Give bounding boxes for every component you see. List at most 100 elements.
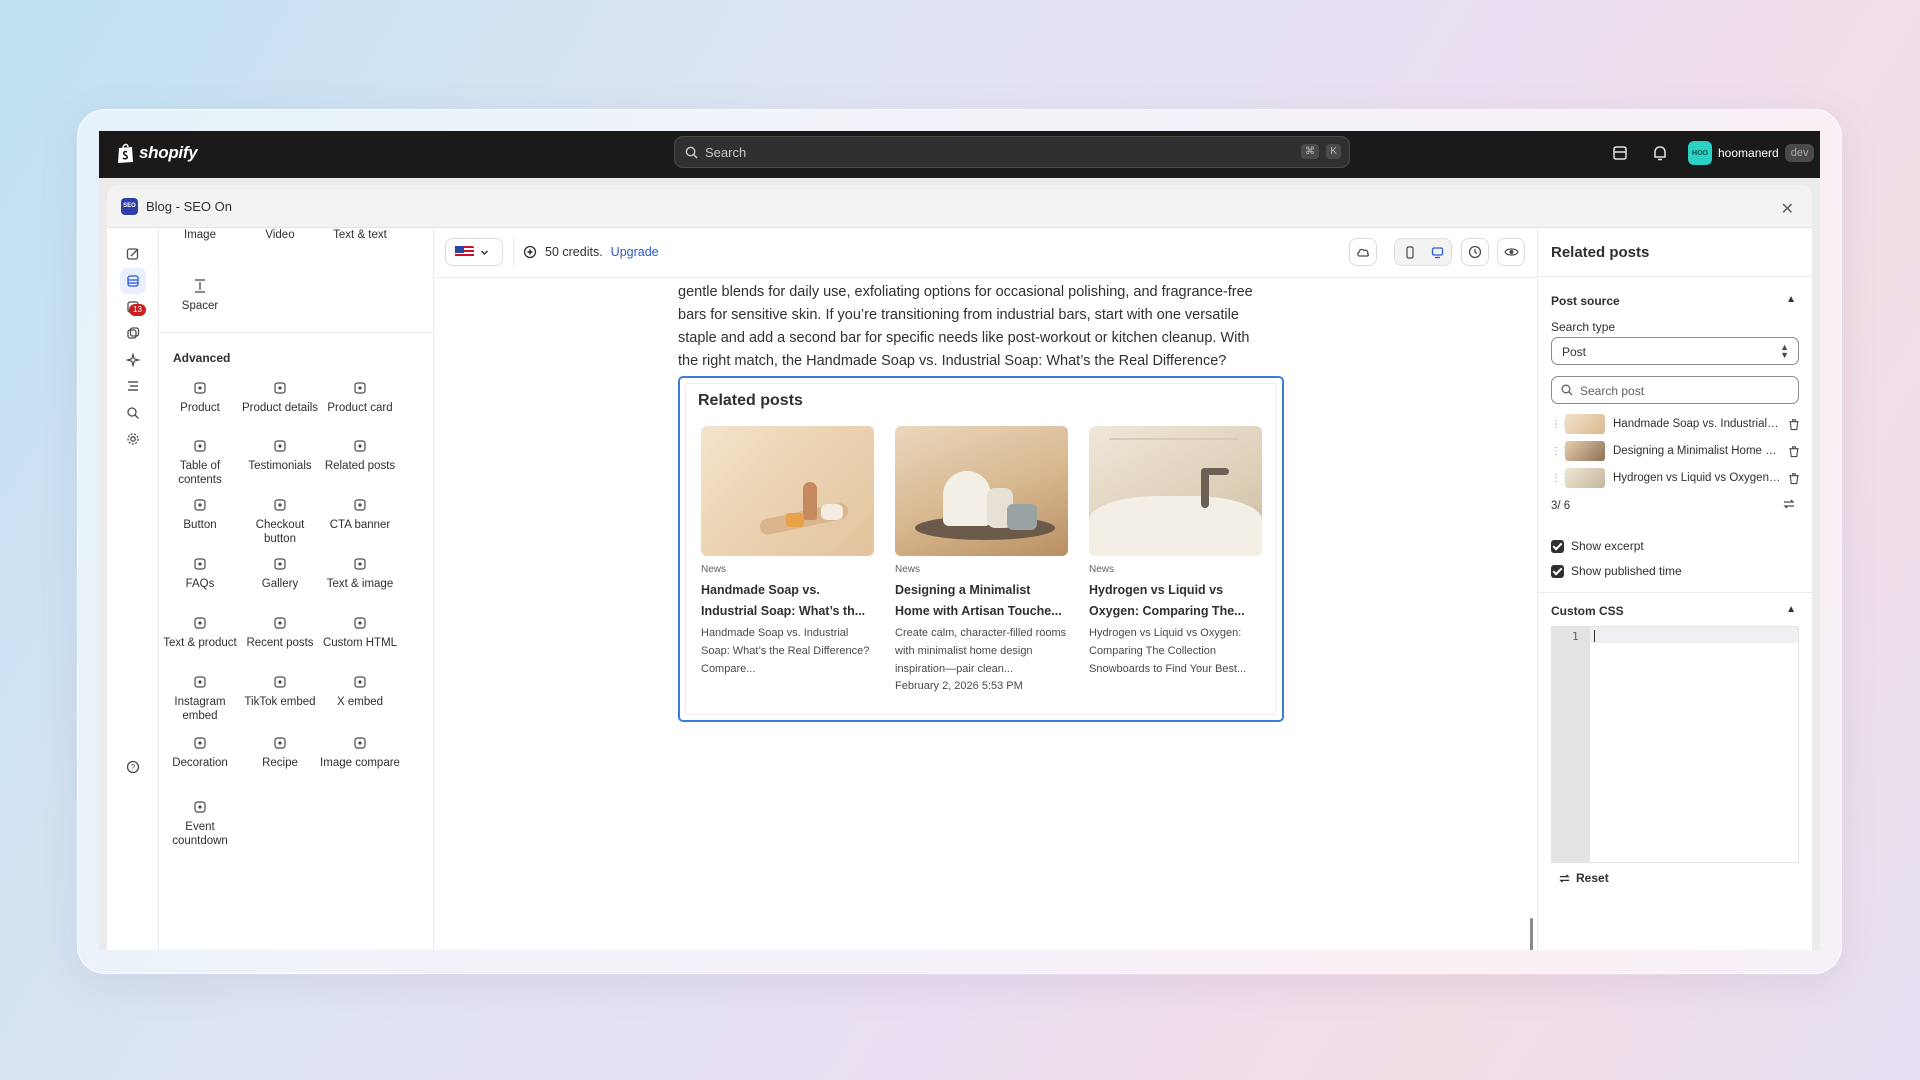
- block-video[interactable]: Video: [240, 228, 320, 242]
- layers-icon[interactable]: [120, 320, 146, 346]
- selected-post-item[interactable]: ⋮⋮ Handmade Soap vs. Industrial Soap: Wh…: [1551, 413, 1801, 435]
- related-post-card[interactable]: News Hydrogen vs Liquid vs Oxygen: Compa…: [1089, 426, 1262, 678]
- upgrade-link[interactable]: Upgrade: [611, 245, 659, 259]
- block-testimonials[interactable]: Testimonials: [240, 438, 320, 473]
- block-related-posts[interactable]: Related posts: [320, 438, 400, 473]
- shopify-wordmark: shopify: [139, 143, 198, 162]
- block-table-of-contents[interactable]: Table of contents: [160, 438, 240, 487]
- seo-app-logo: SEO: [121, 197, 138, 215]
- block-decoration[interactable]: Decoration: [160, 735, 240, 770]
- clock-icon: [194, 801, 206, 813]
- eye-icon: [1503, 248, 1519, 256]
- checkbox-checked[interactable]: [1551, 539, 1564, 553]
- edit-icon[interactable]: [120, 241, 146, 267]
- outline-icon[interactable]: [120, 373, 146, 399]
- drag-handle-icon[interactable]: ⋮⋮: [1551, 473, 1570, 484]
- block-recent-posts[interactable]: Recent posts: [240, 615, 320, 650]
- post-source-title[interactable]: Post source: [1551, 294, 1620, 308]
- block-instagram-embed[interactable]: Instagram embed: [160, 674, 240, 723]
- chevron-down-icon: [481, 250, 488, 255]
- block-cta-banner[interactable]: CTA banner: [320, 497, 400, 532]
- block-x-embed[interactable]: X embed: [320, 674, 400, 709]
- block-tiktok-embed[interactable]: TikTok embed: [240, 674, 320, 709]
- brush-icon: [194, 737, 206, 749]
- checkbox-checked[interactable]: [1551, 564, 1564, 578]
- canvas-scrollbar[interactable]: [1530, 918, 1533, 950]
- search-placeholder: Search: [705, 144, 747, 160]
- sparkle-icon[interactable]: [120, 347, 146, 373]
- block-product-details[interactable]: Product details: [240, 380, 320, 415]
- related-posts-title: Related posts: [698, 392, 803, 409]
- show-excerpt-checkbox[interactable]: Show excerpt: [1551, 539, 1644, 553]
- history-button[interactable]: [1461, 238, 1489, 266]
- chevron-up-icon[interactable]: ▲: [1786, 604, 1796, 615]
- seo-search-icon[interactable]: [120, 400, 146, 426]
- language-selector[interactable]: [445, 238, 503, 266]
- gear-icon[interactable]: [120, 426, 146, 452]
- refresh-icon[interactable]: [1782, 497, 1796, 511]
- app-window: SEO Blog - SEO On ✕ 13 ? Image Video Tex…: [107, 185, 1812, 950]
- block-checkout-button[interactable]: Checkout button: [240, 497, 320, 546]
- post-tag: News: [1089, 564, 1115, 575]
- related-post-card[interactable]: News Designing a Minimalist Home with Ar…: [895, 426, 1068, 692]
- block-recipe[interactable]: Recipe: [240, 735, 320, 770]
- post-tag: News: [701, 564, 727, 575]
- close-icon[interactable]: ✕: [1781, 199, 1794, 219]
- trash-icon[interactable]: [1787, 418, 1801, 431]
- preview-button[interactable]: [1497, 238, 1525, 266]
- custom-css-editor[interactable]: 1: [1551, 626, 1799, 863]
- post-title[interactable]: Designing a Minimalist Home with Artisan…: [895, 580, 1068, 622]
- block-custom-html[interactable]: Custom HTML: [320, 615, 400, 650]
- block-event-countdown[interactable]: Event countdown: [160, 799, 240, 848]
- store-icon[interactable]: [1611, 144, 1629, 162]
- shopify-logo[interactable]: shopify: [117, 142, 198, 164]
- block-text-and-text[interactable]: Text & text: [320, 228, 400, 242]
- global-search-input[interactable]: Search ⌘ K: [674, 136, 1350, 168]
- settings-panel: Related posts Post source ▲ Search type …: [1537, 228, 1812, 950]
- search-type-select[interactable]: Post ▲ ▼: [1551, 337, 1799, 365]
- block-button[interactable]: Button: [160, 497, 240, 532]
- canvas-toolbar: 50 credits. Upgrade: [435, 228, 1536, 278]
- post-title[interactable]: Handmade Soap vs. Industrial Soap: What’…: [701, 580, 874, 622]
- selected-post-item[interactable]: ⋮⋮ Designing a Minimalist Home with Arti…: [1551, 440, 1801, 462]
- block-faqs[interactable]: FAQs: [160, 556, 240, 591]
- help-icon[interactable]: ?: [120, 754, 146, 780]
- blocks-icon[interactable]: [120, 268, 146, 294]
- related-post-card[interactable]: News Handmade Soap vs. Industrial Soap: …: [701, 426, 874, 678]
- selected-post-item[interactable]: ⋮⋮ Hydrogen vs Liquid vs Oxygen: Compari…: [1551, 467, 1801, 489]
- block-spacer[interactable]: Spacer: [160, 278, 240, 313]
- related-posts-block[interactable]: Related posts News Handmade Soap vs. Ind…: [678, 376, 1284, 722]
- bell-icon[interactable]: [1651, 144, 1669, 162]
- block-gallery[interactable]: Gallery: [240, 556, 320, 591]
- block-image[interactable]: Image: [160, 228, 240, 242]
- custom-css-title[interactable]: Custom CSS: [1551, 604, 1624, 618]
- block-text-product[interactable]: Text & product: [160, 615, 240, 650]
- tiktok-icon: [274, 676, 286, 688]
- search-post-input[interactable]: Search post: [1551, 376, 1799, 404]
- drag-handle-icon[interactable]: ⋮⋮: [1551, 446, 1570, 457]
- reset-button[interactable]: Reset: [1558, 871, 1609, 885]
- user-name: hoomanerd: [1718, 146, 1779, 160]
- line-number: 1: [1572, 630, 1579, 643]
- trash-icon[interactable]: [1787, 472, 1801, 485]
- block-product-card[interactable]: Product card: [320, 380, 400, 415]
- cursor-icon: [194, 499, 206, 511]
- block-text-image[interactable]: Text & image: [320, 556, 400, 591]
- user-menu[interactable]: HOO hoomanerd dev: [1688, 139, 1815, 167]
- post-title[interactable]: Hydrogen vs Liquid vs Oxygen: Comparing …: [1089, 580, 1262, 622]
- drag-handle-icon[interactable]: ⋮⋮: [1551, 419, 1570, 430]
- mobile-view-button[interactable]: [1395, 239, 1424, 265]
- mobile-icon: [1405, 245, 1414, 259]
- show-published-time-checkbox[interactable]: Show published time: [1551, 564, 1682, 578]
- shortcut-cmd-key: ⌘: [1301, 144, 1319, 159]
- editor-canvas: 50 credits. Upgrade gentle blends for da…: [435, 228, 1536, 950]
- trash-icon[interactable]: [1787, 445, 1801, 458]
- grid-icon: [354, 440, 366, 452]
- block-image-compare[interactable]: Image compare: [320, 735, 400, 770]
- search-icon: [1561, 384, 1573, 396]
- chevron-up-icon[interactable]: ▲: [1786, 294, 1796, 305]
- dev-badge: dev: [1784, 144, 1815, 162]
- cloud-save-button[interactable]: [1349, 238, 1377, 266]
- desktop-view-button[interactable]: [1423, 239, 1452, 265]
- block-product[interactable]: Product: [160, 380, 240, 415]
